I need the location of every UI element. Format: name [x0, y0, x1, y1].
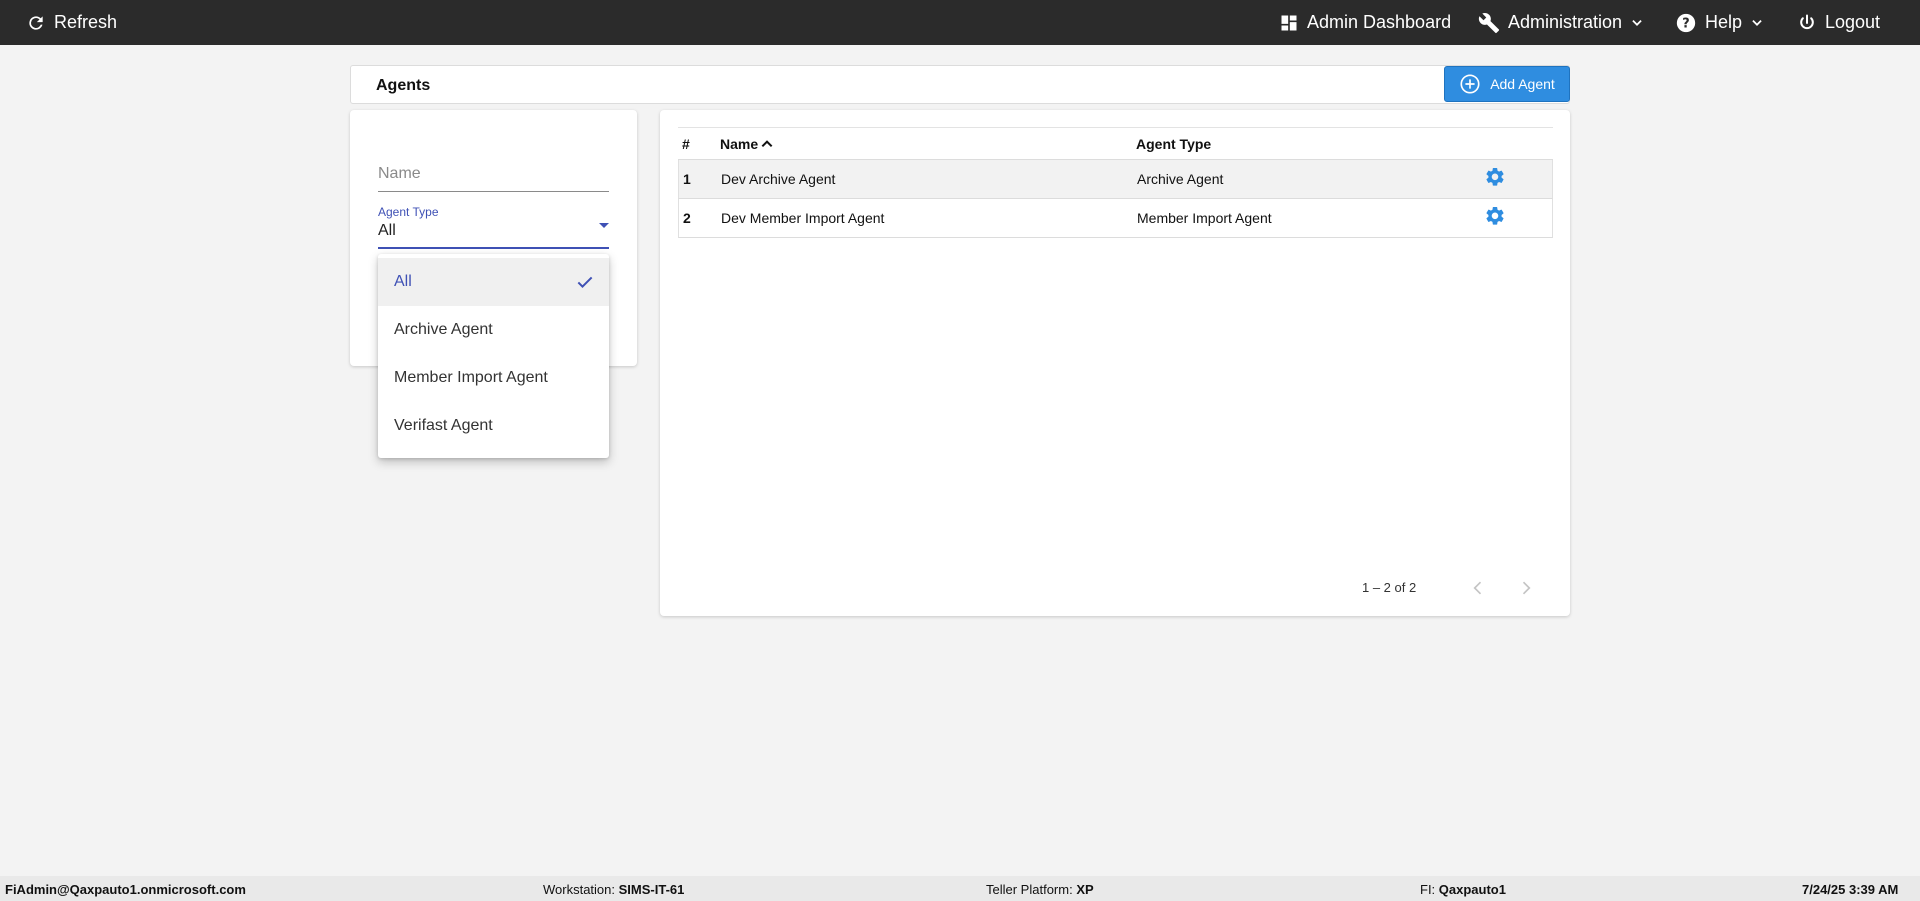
name-filter-field — [378, 155, 609, 192]
agents-header: Agents — [350, 65, 1570, 104]
refresh-label: Refresh — [54, 12, 118, 32]
option-archive-agent[interactable]: Archive Agent — [378, 306, 609, 354]
gear-icon[interactable] — [1484, 205, 1506, 227]
column-header-number: # — [682, 135, 690, 152]
status-bar: FiAdmin@Qaxpauto1.onmicrosoft.com Workst… — [0, 876, 1920, 901]
admin-dashboard-label: Admin Dashboard — [1307, 12, 1452, 32]
help-icon: ? — [1676, 13, 1696, 32]
status-workstation: Workstation: SIMS-IT-61 — [543, 882, 685, 897]
option-all[interactable]: All — [378, 258, 609, 306]
dashboard-icon — [1281, 15, 1297, 30]
svg-text:?: ? — [1682, 16, 1689, 31]
option-label: All — [394, 273, 412, 290]
wrench-icon — [1478, 12, 1500, 33]
gear-icon[interactable] — [1484, 166, 1506, 188]
administration-menu[interactable]: Administration — [1478, 0, 1644, 45]
help-menu[interactable]: ? Help — [1675, 0, 1764, 45]
power-icon — [1800, 14, 1814, 29]
sort-up-icon — [761, 139, 773, 147]
row-name: Dev Member Import Agent — [721, 210, 885, 226]
option-member-import-agent[interactable]: Member Import Agent — [378, 354, 609, 402]
chevron-left-icon[interactable] — [1468, 578, 1488, 598]
chevron-right-icon[interactable] — [1516, 578, 1536, 598]
row-number: 1 — [683, 171, 691, 187]
status-datetime: 7/24/25 3:39 AM — [1802, 882, 1899, 897]
agent-type-value: All — [378, 222, 396, 239]
chevron-down-icon — [1632, 19, 1642, 26]
administration-label: Administration — [1508, 12, 1623, 32]
table-row[interactable]: 2 Dev Member Import Agent Member Import … — [678, 199, 1553, 238]
refresh-icon — [29, 15, 43, 30]
option-label: Verifast Agent — [394, 417, 493, 434]
row-agent-type: Archive Agent — [1137, 171, 1224, 187]
option-verifast-agent[interactable]: Verifast Agent — [378, 402, 609, 450]
chevron-down-icon — [1752, 19, 1762, 26]
column-header-name-label: Name — [720, 135, 759, 152]
admin-dashboard-link[interactable]: Admin Dashboard — [1279, 0, 1451, 45]
add-agent-label: Add Agent — [1490, 76, 1555, 92]
help-label: Help — [1705, 12, 1743, 32]
pagination-range: 1 – 2 of 2 — [1362, 580, 1417, 595]
logout-button[interactable]: Logout — [1797, 0, 1880, 45]
row-agent-type: Member Import Agent — [1137, 210, 1272, 226]
dropdown-arrow-icon — [599, 223, 609, 228]
agent-type-select[interactable]: Agent Type All — [378, 205, 609, 249]
table-row[interactable]: 1 Dev Archive Agent Archive Agent — [678, 160, 1553, 199]
top-nav-bar: Refresh Admin Dashboard Administration ?… — [0, 0, 1920, 45]
agents-table-panel: # Name Agent Type 1 Dev Archive Agent Ar… — [660, 110, 1570, 616]
status-fi: FI: Qaxpauto1 — [1420, 882, 1506, 897]
option-label: Archive Agent — [394, 321, 493, 338]
agent-type-label: Agent Type — [378, 205, 439, 219]
status-teller-platform: Teller Platform: XP — [986, 882, 1094, 897]
status-user: FiAdmin@Qaxpauto1.onmicrosoft.com — [5, 882, 246, 897]
table-header: # Name Agent Type — [678, 128, 1553, 160]
column-header-name[interactable]: Name — [720, 136, 774, 152]
add-agent-button[interactable]: Add Agent — [1444, 66, 1570, 102]
logout-label: Logout — [1825, 12, 1881, 32]
check-icon — [577, 276, 593, 288]
name-filter-input[interactable] — [378, 155, 609, 183]
add-circle-icon — [1460, 74, 1480, 94]
column-header-agent-type: Agent Type — [1136, 135, 1212, 152]
option-label: Member Import Agent — [394, 369, 548, 386]
refresh-button[interactable]: Refresh — [26, 0, 117, 45]
page-title: Agents — [376, 77, 431, 94]
agents-grid: # Name Agent Type 1 Dev Archive Agent Ar… — [678, 127, 1553, 238]
row-number: 2 — [683, 210, 691, 226]
row-name: Dev Archive Agent — [721, 171, 836, 187]
agent-type-dropdown: All Archive Agent Member Import Agent Ve… — [378, 254, 609, 458]
